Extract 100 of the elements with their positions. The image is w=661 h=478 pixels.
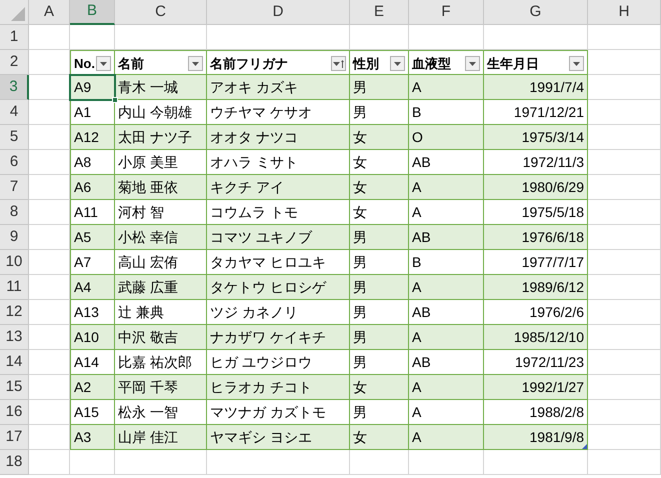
table-cell: 武藤 広重 bbox=[115, 275, 207, 300]
table-cell: ツジ カネノリ bbox=[207, 300, 350, 325]
table-cell: タカヤマ ヒロユキ bbox=[207, 250, 350, 275]
table-cell: A3 bbox=[70, 425, 115, 450]
column-header[interactable]: G bbox=[484, 0, 588, 25]
table-cell: 1972/11/3 bbox=[484, 150, 588, 175]
table-cell: 1972/11/23 bbox=[484, 350, 588, 375]
table-cell: 1985/12/10 bbox=[484, 325, 588, 350]
table-cell: 河村 智 bbox=[115, 200, 207, 225]
empty-cell bbox=[350, 450, 409, 475]
table-cell: 小原 美里 bbox=[115, 150, 207, 175]
row-header[interactable]: 13 bbox=[0, 325, 29, 350]
table-cell: 中沢 敬吉 bbox=[115, 325, 207, 350]
table-cell: 高山 宏侑 bbox=[115, 250, 207, 275]
dropdown-arrow-icon bbox=[394, 62, 401, 66]
table-cell: オハラ ミサト bbox=[207, 150, 350, 175]
table-cell: 平岡 千琴 bbox=[115, 375, 207, 400]
table-cell: A2 bbox=[70, 375, 115, 400]
row-header[interactable]: 2 bbox=[0, 50, 29, 75]
column-header[interactable]: D bbox=[207, 0, 350, 25]
table-cell: O bbox=[409, 125, 484, 150]
header-label: No. bbox=[74, 55, 95, 73]
filter-button[interactable] bbox=[96, 56, 111, 71]
table-cell: 菊地 亜依 bbox=[115, 175, 207, 200]
empty-cell bbox=[70, 25, 115, 50]
table-cell: A bbox=[409, 75, 484, 100]
empty-cell bbox=[70, 450, 115, 475]
row-header[interactable]: 18 bbox=[0, 450, 29, 475]
table-cell: 1971/12/21 bbox=[484, 100, 588, 125]
column-header[interactable]: F bbox=[409, 0, 484, 25]
table-cell: 男 bbox=[350, 225, 409, 250]
table-cell: 山岸 佳江 bbox=[115, 425, 207, 450]
row-header[interactable]: 12 bbox=[0, 300, 29, 325]
filter-button[interactable] bbox=[465, 56, 480, 71]
table-cell: AB bbox=[409, 300, 484, 325]
table-cell: マツナガ カズトモ bbox=[207, 400, 350, 425]
table-cell: 男 bbox=[350, 100, 409, 125]
column-header[interactable]: C bbox=[115, 0, 207, 25]
table-cell: 女 bbox=[350, 375, 409, 400]
table-cell: 男 bbox=[350, 300, 409, 325]
row-header[interactable]: 6 bbox=[0, 150, 29, 175]
header-label: 血液型 bbox=[412, 55, 451, 73]
table-cell: A bbox=[409, 325, 484, 350]
filter-button[interactable] bbox=[188, 56, 203, 71]
row-header[interactable]: 3 bbox=[0, 75, 29, 100]
table-cell: B bbox=[409, 100, 484, 125]
row-header[interactable]: 10 bbox=[0, 250, 29, 275]
column-header[interactable]: B bbox=[70, 0, 115, 25]
table-cell: 男 bbox=[350, 400, 409, 425]
table-cell: A13 bbox=[70, 300, 115, 325]
table-cell: A bbox=[409, 275, 484, 300]
table-cell: A bbox=[409, 400, 484, 425]
filter-button[interactable] bbox=[390, 56, 405, 71]
table-cell: 1975/5/18 bbox=[484, 200, 588, 225]
fill-handle[interactable] bbox=[112, 97, 118, 103]
table-cell: 1992/1/27 bbox=[484, 375, 588, 400]
table-cell: ヒラオカ チコト bbox=[207, 375, 350, 400]
header-label: 名前フリガナ bbox=[210, 55, 288, 73]
table-cell: A9 bbox=[70, 75, 115, 100]
table-cell: A1 bbox=[70, 100, 115, 125]
row-header[interactable]: 9 bbox=[0, 225, 29, 250]
table-cell: A8 bbox=[70, 150, 115, 175]
row-header[interactable]: 16 bbox=[0, 400, 29, 425]
table-cell: A10 bbox=[70, 325, 115, 350]
row-header[interactable]: 1 bbox=[0, 25, 29, 50]
filter-button[interactable] bbox=[331, 56, 346, 71]
table-cell: 青木 一城 bbox=[115, 75, 207, 100]
column-header[interactable]: A bbox=[29, 0, 70, 25]
row-header[interactable]: 15 bbox=[0, 375, 29, 400]
table-cell: A6 bbox=[70, 175, 115, 200]
table-cell: B bbox=[409, 250, 484, 275]
table-cell: AB bbox=[409, 225, 484, 250]
table-cell: 1988/2/8 bbox=[484, 400, 588, 425]
table-cell: A bbox=[409, 175, 484, 200]
row-header[interactable]: 4 bbox=[0, 100, 29, 125]
dropdown-arrow-icon bbox=[469, 62, 476, 66]
table-cell: 女 bbox=[350, 175, 409, 200]
table-cell: A bbox=[409, 425, 484, 450]
table-cell: 女 bbox=[350, 150, 409, 175]
table-cell: 女 bbox=[350, 200, 409, 225]
table-cell: AB bbox=[409, 150, 484, 175]
row-header[interactable]: 5 bbox=[0, 125, 29, 150]
row-header[interactable]: 14 bbox=[0, 350, 29, 375]
row-header[interactable]: 17 bbox=[0, 425, 29, 450]
resize-handle-icon[interactable] bbox=[582, 444, 587, 449]
table-cell: 内山 今朝雄 bbox=[115, 100, 207, 125]
table-cell: A bbox=[409, 200, 484, 225]
table-cell: タケトウ ヒロシゲ bbox=[207, 275, 350, 300]
table-cell: 男 bbox=[350, 275, 409, 300]
table-cell: 1976/6/18 bbox=[484, 225, 588, 250]
row-header[interactable]: 7 bbox=[0, 175, 29, 200]
row-header[interactable]: 8 bbox=[0, 200, 29, 225]
column-header[interactable]: H bbox=[588, 0, 661, 25]
table-cell: A11 bbox=[70, 200, 115, 225]
filter-button[interactable] bbox=[569, 56, 584, 71]
dropdown-arrow-icon bbox=[333, 62, 340, 66]
header-label: 性別 bbox=[353, 55, 379, 73]
row-header[interactable]: 11 bbox=[0, 275, 29, 300]
table-cell: A14 bbox=[70, 350, 115, 375]
column-header[interactable]: E bbox=[350, 0, 409, 25]
